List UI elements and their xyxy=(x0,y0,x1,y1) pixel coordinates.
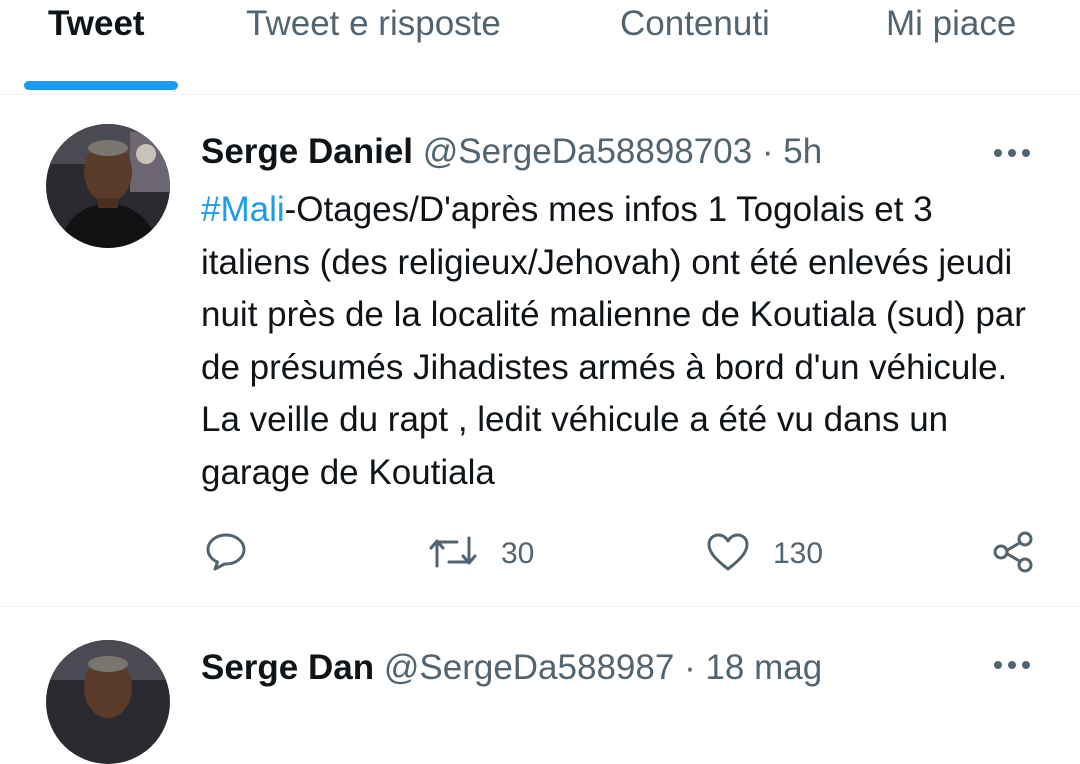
tweet-header: Serge Dan @SergeDa588987 · 18 mag xyxy=(201,648,822,688)
separator-dot: · xyxy=(761,132,774,171)
tweet[interactable]: Serge Dan @SergeDa588987 · 18 mag xyxy=(0,640,1080,764)
share-icon xyxy=(990,529,1036,580)
active-tab-indicator xyxy=(24,81,178,90)
author-name[interactable]: Serge Daniel xyxy=(201,132,413,171)
retweet-button[interactable]: 30 xyxy=(427,529,534,579)
tab-mi-piace[interactable]: Mi piace xyxy=(886,4,1016,44)
tweet-time[interactable]: 5h xyxy=(783,132,822,171)
like-icon xyxy=(705,531,751,578)
tweet-body: -Otages/D'après mes infos 1 Togolais et … xyxy=(201,190,1026,492)
author-name[interactable]: Serge Dan xyxy=(201,648,374,687)
tweet[interactable]: Serge Daniel @SergeDa58898703 · 5h #Mali… xyxy=(0,124,1080,606)
author-handle[interactable]: @SergeDa58898703 xyxy=(423,132,752,171)
avatar[interactable] xyxy=(46,640,170,764)
profile-tabs: Tweet Tweet e risposte Contenuti Mi piac… xyxy=(0,0,1080,95)
reply-button[interactable] xyxy=(204,529,248,579)
more-icon[interactable] xyxy=(992,658,1032,676)
avatar[interactable] xyxy=(46,124,170,248)
tab-tweet-e-risposte[interactable]: Tweet e risposte xyxy=(246,4,501,44)
separator-dot: · xyxy=(684,648,696,687)
retweet-icon xyxy=(427,532,479,577)
tweet-actions: 30 130 xyxy=(0,529,1080,579)
tweet-text: #Mali-Otages/D'après mes infos 1 Togolai… xyxy=(201,184,1051,499)
like-button[interactable]: 130 xyxy=(705,529,823,579)
tweet-time[interactable]: 18 mag xyxy=(705,648,822,687)
hashtag-link[interactable]: #Mali xyxy=(201,190,285,229)
reply-icon xyxy=(204,531,248,578)
author-handle[interactable]: @SergeDa588987 xyxy=(384,648,674,687)
tab-tweet[interactable]: Tweet xyxy=(48,4,145,44)
tab-contenuti[interactable]: Contenuti xyxy=(620,4,770,44)
more-icon[interactable] xyxy=(992,146,1032,164)
retweet-count: 30 xyxy=(501,537,535,570)
tweet-header: Serge Daniel @SergeDa58898703 · 5h xyxy=(201,132,822,172)
like-count: 130 xyxy=(773,537,824,570)
tweet-divider xyxy=(0,606,1080,607)
share-button[interactable] xyxy=(990,529,1036,579)
